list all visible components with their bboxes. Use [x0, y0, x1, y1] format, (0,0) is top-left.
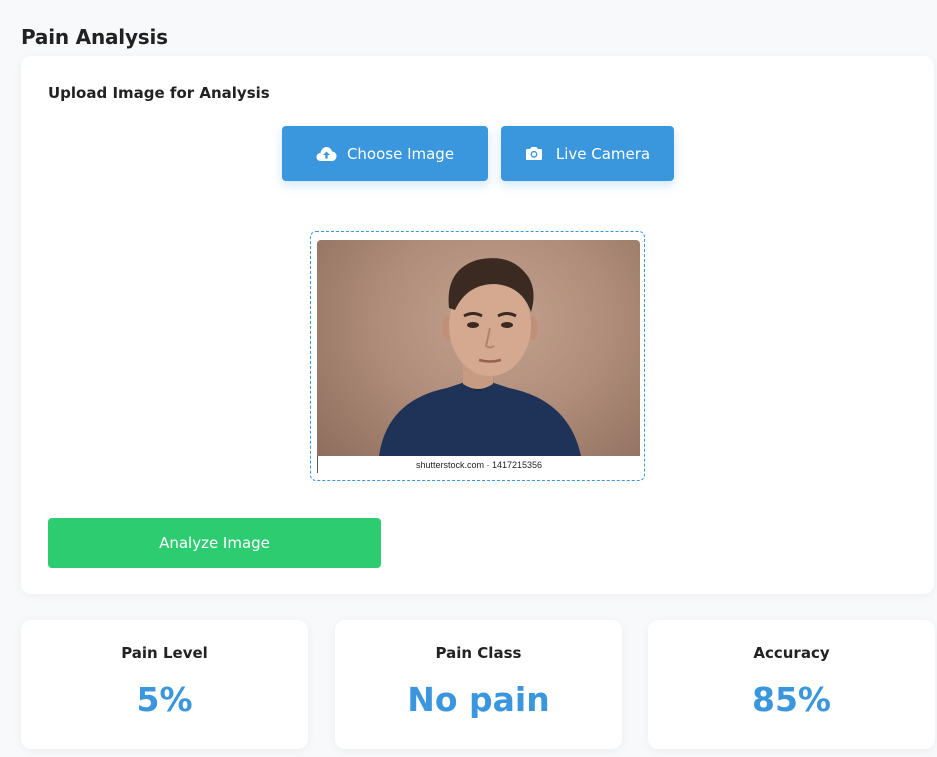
analyze-image-button[interactable]: Analyze Image	[48, 518, 381, 568]
stat-value: 85%	[752, 680, 831, 719]
live-camera-label: Live Camera	[555, 144, 651, 163]
stat-label: Accuracy	[753, 644, 830, 662]
stat-label: Pain Class	[435, 644, 522, 662]
stat-card-pain-level: Pain Level 5%	[21, 620, 308, 749]
analyze-image-label: Analyze Image	[159, 534, 270, 552]
preview-photo: shutterstock.com · 1417215356	[317, 240, 640, 473]
cloud-upload-icon	[316, 146, 337, 162]
portrait-illustration	[379, 258, 581, 456]
stat-value: 5%	[136, 680, 193, 719]
live-camera-button[interactable]: Live Camera	[501, 126, 674, 181]
stat-label: Pain Level	[121, 644, 208, 662]
stat-card-accuracy: Accuracy 85%	[648, 620, 935, 749]
choose-image-button[interactable]: Choose Image	[282, 126, 488, 181]
camera-icon	[525, 146, 546, 162]
stat-value: No pain	[407, 680, 550, 719]
upload-card: Upload Image for Analysis Choose Image L…	[21, 56, 934, 594]
preview-watermark: shutterstock.com · 1417215356	[317, 456, 640, 473]
choose-image-label: Choose Image	[346, 144, 455, 163]
image-preview: shutterstock.com · 1417215356	[310, 231, 645, 481]
page-title: Pain Analysis	[21, 25, 168, 49]
upload-heading: Upload Image for Analysis	[48, 84, 270, 102]
stat-card-pain-class: Pain Class No pain	[335, 620, 622, 749]
